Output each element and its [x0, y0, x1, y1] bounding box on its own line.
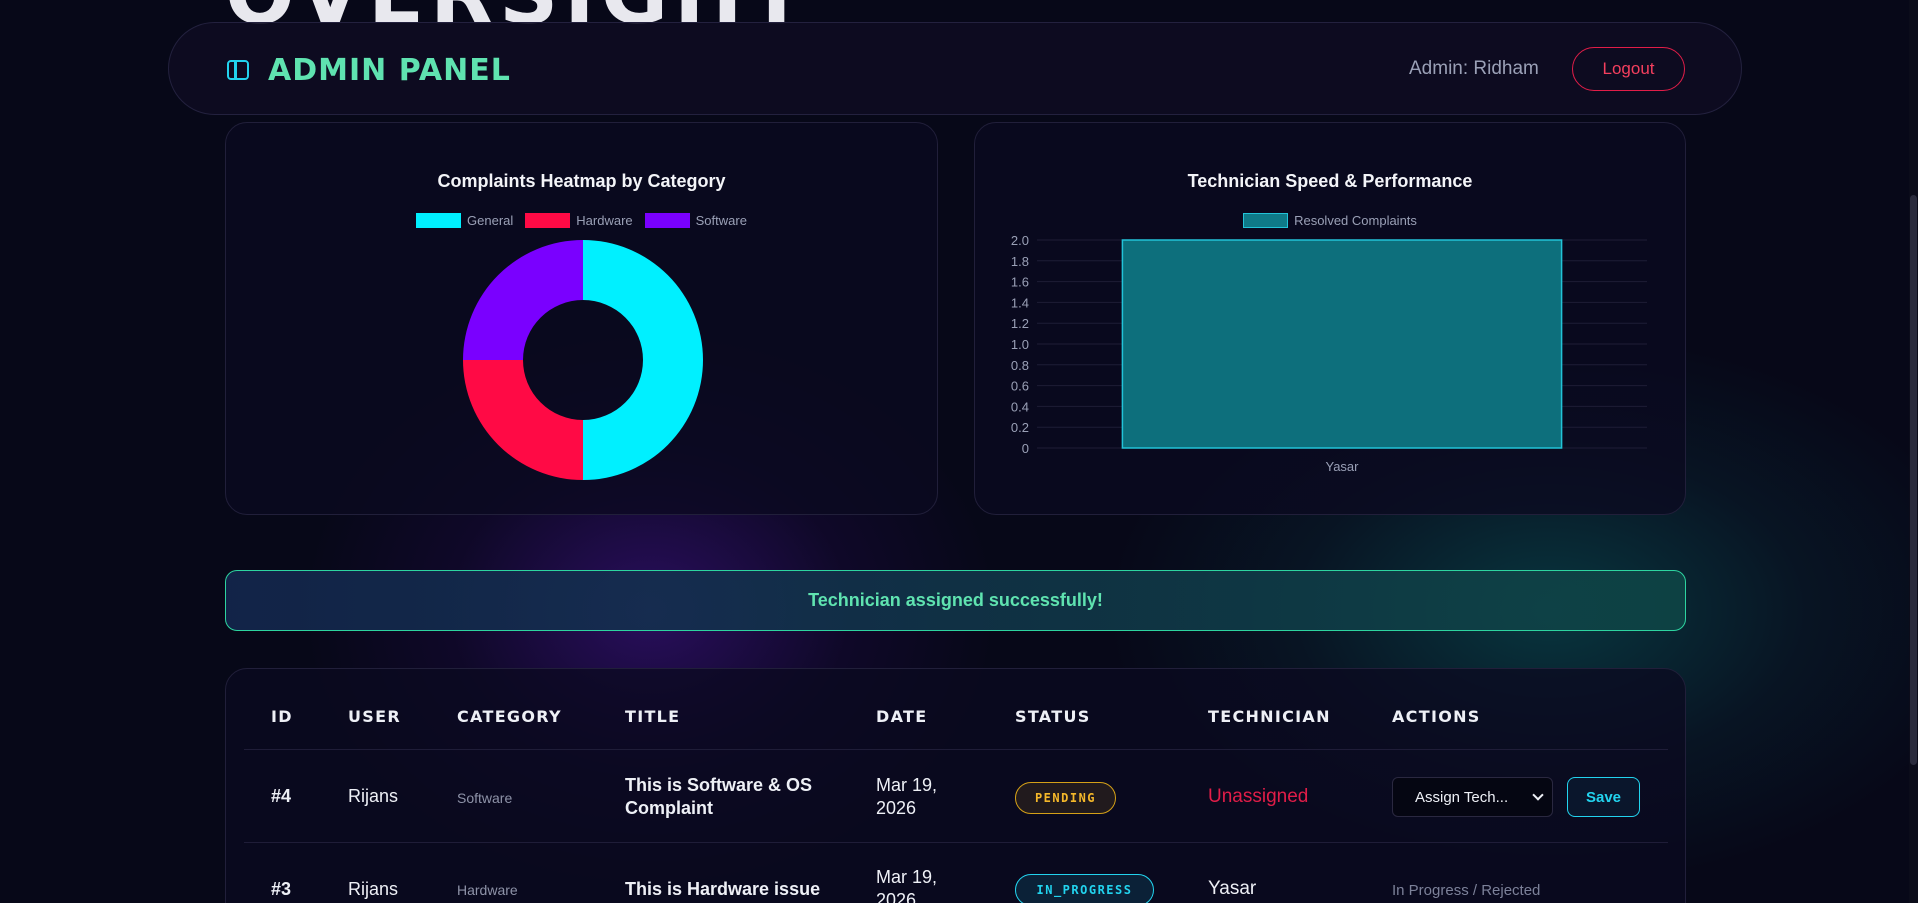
- chart-title: Technician Speed & Performance: [1187, 171, 1473, 191]
- legend-swatch: [1243, 213, 1289, 228]
- header-category: CATEGORY: [457, 707, 562, 726]
- chart-legend: General Hardware Software: [226, 213, 937, 228]
- legend-item-general[interactable]: General: [416, 213, 513, 228]
- legend-swatch: [644, 213, 690, 228]
- scrollbar-thumb[interactable]: [1910, 195, 1917, 765]
- header-actions: ACTIONS: [1392, 707, 1481, 726]
- legend-label: Resolved Complaints: [1294, 213, 1417, 228]
- legend-label: Hardware: [576, 213, 633, 228]
- cell-date-line: 2026: [876, 890, 917, 903]
- y-tick-label: 0.2: [1011, 420, 1029, 435]
- header-technician: TECHNICIAN: [1208, 707, 1331, 726]
- cell-title: This is Software & OS Complaint: [625, 774, 855, 820]
- y-tick-label: 0.8: [1011, 358, 1029, 373]
- y-tick-label: 1.2: [1011, 316, 1029, 331]
- admin-name: Admin: Ridham: [1409, 58, 1539, 79]
- header-user: USER: [348, 707, 401, 726]
- save-button[interactable]: Save: [1567, 777, 1640, 817]
- legend-swatch: [416, 213, 462, 228]
- legend-item-hardware[interactable]: Hardware: [525, 213, 633, 228]
- legend-label: General: [467, 213, 514, 228]
- assign-technician-select[interactable]: Assign Tech...: [1392, 777, 1553, 817]
- legend-label: Software: [695, 213, 747, 228]
- cell-id: #3: [271, 879, 292, 899]
- cell-title: This is Hardware issue: [625, 878, 855, 901]
- cell-date-line: Mar 19,: [876, 867, 938, 887]
- cell-date-line: Mar 19,: [876, 775, 938, 795]
- chart-legend: Resolved Complaints: [975, 213, 1685, 228]
- y-tick-label: 0: [1022, 441, 1029, 456]
- header-id: ID: [271, 707, 293, 726]
- y-tick-label: 1.0: [1011, 337, 1029, 352]
- cell-date: Mar 19, 2026: [876, 774, 976, 820]
- legend-item-resolved[interactable]: Resolved Complaints: [1243, 213, 1417, 228]
- sidebar-panel-icon[interactable]: [227, 60, 249, 80]
- cell-category: Hardware: [457, 882, 518, 898]
- cell-technician: Unassigned: [1208, 786, 1309, 807]
- row-divider: [244, 749, 1668, 750]
- y-tick-label: 1.6: [1011, 275, 1029, 290]
- bar-yasar: [1121, 239, 1563, 449]
- header-title: TITLE: [625, 707, 681, 726]
- x-tick-label: Yasar: [1326, 459, 1360, 474]
- status-badge: PENDING: [1015, 782, 1116, 814]
- cell-title-line: This is Hardware issue: [625, 879, 821, 899]
- row-divider: [244, 842, 1668, 843]
- cell-date-line: 2026: [876, 798, 917, 818]
- cell-technician: Yasar: [1208, 878, 1257, 899]
- cell-user: Rijans: [348, 786, 399, 806]
- logout-button[interactable]: Logout: [1572, 47, 1685, 91]
- select-value: Assign Tech...: [1415, 788, 1509, 806]
- header-status: STATUS: [1015, 707, 1091, 726]
- cell-user: Rijans: [348, 879, 399, 899]
- status-badge: IN_PROGRESS: [1015, 874, 1154, 903]
- cell-title-line: Complaint: [625, 798, 713, 818]
- top-navbar: ADMIN PANEL Admin: Ridham Logout: [168, 22, 1742, 115]
- performance-chart-card: 0 0.2 0.4 0.6 0.8 1.0 1.2 1.4 1.6 1.8 2.0 Yasar Tec…: [974, 122, 1686, 515]
- donut-slice-software: [463, 240, 583, 360]
- action-status-text: In Progress / Rejected: [1392, 882, 1541, 899]
- heatmap-chart-card: Complaints Heatmap by Category General H…: [225, 122, 938, 515]
- success-alert: Technician assigned successfully!: [225, 570, 1686, 631]
- legend-swatch: [525, 213, 571, 228]
- donut-slice-hardware: [463, 360, 583, 480]
- y-tick-label: 1.8: [1011, 254, 1029, 269]
- donut-slice-general: [583, 240, 703, 480]
- chart-title: Complaints Heatmap by Category: [437, 171, 726, 191]
- legend-item-software[interactable]: Software: [644, 213, 747, 228]
- cell-date: Mar 19, 2026: [876, 866, 976, 903]
- y-tick-label: 0.4: [1011, 399, 1029, 414]
- chevron-down-icon: [1532, 789, 1544, 801]
- y-tick-label: 2.0: [1011, 233, 1029, 248]
- brand-title: ADMIN PANEL: [268, 53, 511, 88]
- y-tick-label: 1.4: [1011, 295, 1029, 310]
- cell-id: #4: [271, 786, 292, 806]
- header-date: DATE: [876, 707, 928, 726]
- cell-title-line: This is Software & OS: [625, 775, 813, 795]
- y-tick-label: 0.6: [1011, 379, 1029, 394]
- cell-category: Software: [457, 790, 513, 806]
